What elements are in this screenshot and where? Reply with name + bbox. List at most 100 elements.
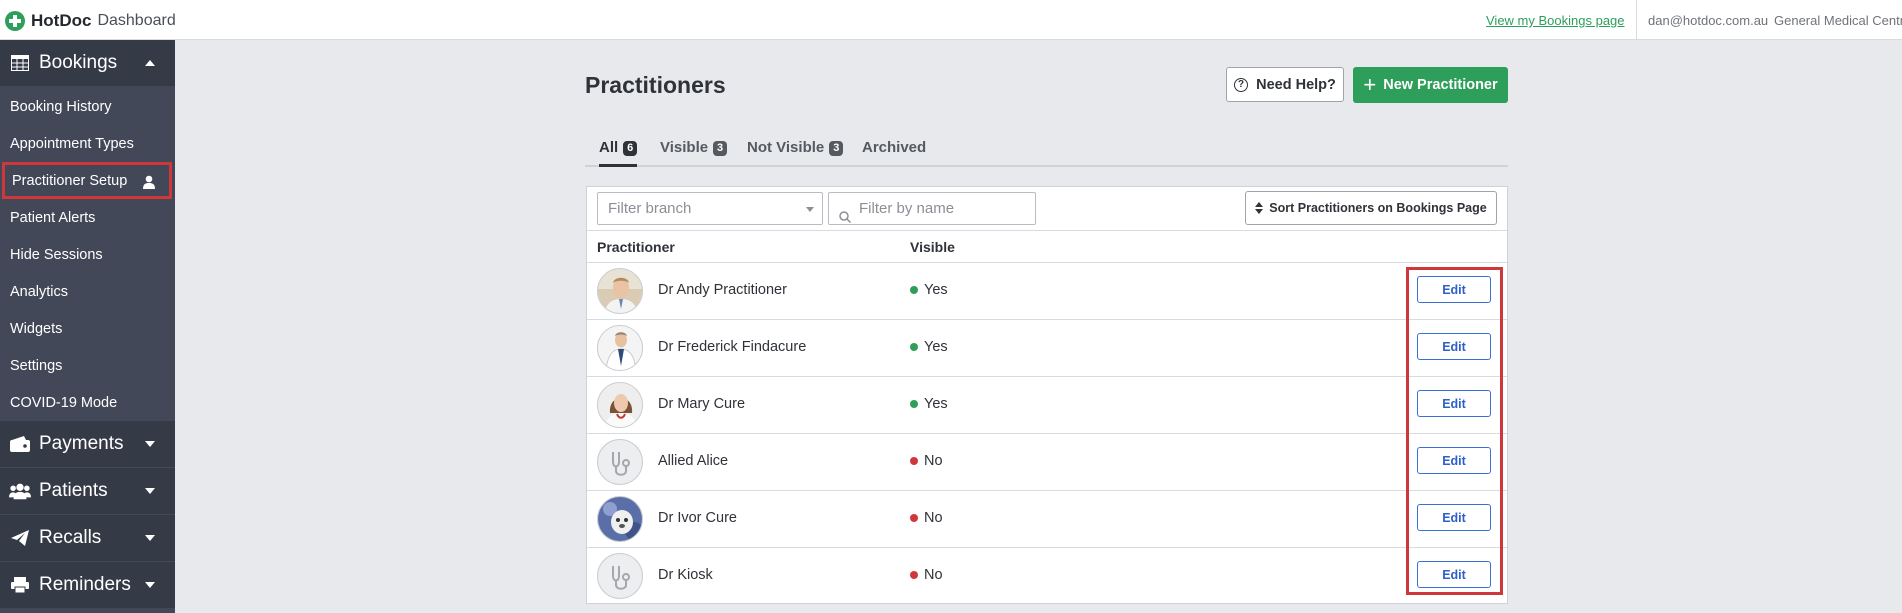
visible-status: No [910,567,943,583]
wallet-icon [9,434,31,454]
sort-practitioners-button[interactable]: Sort Practitioners on Bookings Page [1245,191,1497,225]
visible-status: Yes [910,396,948,412]
visible-status: No [910,510,943,526]
hotdoc-cross-icon [5,11,25,31]
table-header: Practitioner Visible [587,230,1507,263]
edit-button[interactable]: Edit [1417,390,1491,417]
tab-all[interactable]: All 6 [599,139,638,167]
practitioner-name: Allied Alice [658,453,729,469]
count-badge: 6 [623,141,638,156]
sidebar-section-patients[interactable]: Patients [0,468,175,514]
sidebar-item-settings[interactable]: Settings [0,347,175,384]
sidebar-section-reminders[interactable]: Reminders [0,562,175,608]
chevron-down-icon [145,582,155,588]
practitioner-name: Dr Andy Practitioner [658,282,787,298]
edit-button[interactable]: Edit [1417,447,1491,474]
tab-archived[interactable]: Archived [862,139,926,167]
filter-by-name-input[interactable]: Filter by name [828,192,1036,225]
new-practitioner-label: New Practitioner [1383,77,1498,93]
visible-status: No [910,453,943,469]
table-row: Dr Mary Cure Yes Edit [587,377,1507,434]
visible-value: Yes [924,339,948,355]
plus-icon: + [1363,72,1377,97]
user-email[interactable]: dan@hotdoc.com.au [1648,13,1768,28]
edit-button[interactable]: Edit [1417,504,1491,531]
stethoscope-icon [597,439,643,485]
need-help-label: Need Help? [1256,76,1336,93]
brand-subtitle: Dashboard [97,12,176,29]
practitioner-name: Dr Kiosk [658,567,713,583]
practitioner-avatar [597,382,643,428]
visible-value: Yes [924,396,948,412]
visible-value: No [924,567,943,583]
table-icon [9,53,31,73]
count-badge: 3 [829,141,844,156]
edit-button[interactable]: Edit [1417,276,1491,303]
visible-value: No [924,510,943,526]
users-icon [9,481,31,501]
practitioner-tabs: All 6 Visible 3 Not Visible 3 Archived [585,137,1508,167]
clinic-selector[interactable]: General Medical Centr [1774,13,1902,28]
chevron-down-icon [145,441,155,447]
sidebar: Bookings Booking History Appointment Typ… [0,40,175,613]
view-bookings-link[interactable]: View my Bookings page [1486,13,1625,28]
practitioner-name: Dr Mary Cure [658,396,746,412]
hotdoc-logo[interactable]: HotDoc Dashboard [5,11,176,31]
edit-button[interactable]: Edit [1417,561,1491,588]
edit-button[interactable]: Edit [1417,333,1491,360]
filter-branch-placeholder: Filter branch [608,200,692,217]
sidebar-section-label: Bookings [39,52,118,73]
visible-value: Yes [924,282,948,298]
sidebar-item-patient-alerts[interactable]: Patient Alerts [0,199,175,236]
sidebar-item-covid-19-mode[interactable]: COVID-19 Mode [0,384,175,421]
sidebar-section-bookings[interactable]: Bookings [0,40,175,86]
table-row: Dr Andy Practitioner Yes Edit [587,263,1507,320]
tab-label: Archived [862,139,927,156]
sidebar-section-payments[interactable]: Payments [0,421,175,467]
sidebar-section-label: Recalls [39,527,102,548]
sort-label: Sort Practitioners on Bookings Page [1269,201,1487,215]
visible-value: No [924,453,943,469]
practitioner-avatar [597,268,643,314]
practitioner-name: Dr Frederick Findacure [658,339,807,355]
practitioner-avatar [597,496,643,542]
status-dot [910,457,918,465]
sidebar-item-hide-sessions[interactable]: Hide Sessions [0,236,175,273]
tab-label: Not Visible [747,139,825,156]
sort-icon [1255,202,1264,214]
sidebar-item-analytics[interactable]: Analytics [0,273,175,310]
filter-branch-select[interactable]: Filter branch [597,192,823,225]
sidebar-section-recalls[interactable]: Recalls [0,515,175,561]
sidebar-item-appointment-types[interactable]: Appointment Types [0,125,175,162]
practitioners-panel: Filter branch Filter by name Sort Practi… [586,186,1508,604]
tab-label: All [599,139,619,156]
chevron-down-icon [145,488,155,494]
new-practitioner-button[interactable]: + New Practitioner [1353,67,1508,103]
chevron-up-icon [145,60,155,66]
tab-visible[interactable]: Visible 3 [660,139,728,167]
table-row: Allied Alice No Edit [587,434,1507,491]
count-badge: 3 [713,141,728,156]
sidebar-item-practitioner-setup[interactable]: Practitioner Setup [2,162,172,199]
sidebar-item-widgets[interactable]: Widgets [0,310,175,347]
printer-icon [9,575,31,595]
search-icon [839,203,852,224]
practitioner-name: Dr Ivor Cure [658,510,737,526]
need-help-button[interactable]: ? Need Help? [1226,67,1344,102]
sidebar-item-booking-history[interactable]: Booking History [0,88,175,125]
status-dot [910,286,918,294]
status-dot [910,400,918,408]
column-header-visible: Visible [910,239,955,255]
table-row: Dr Frederick Findacure Yes Edit [587,320,1507,377]
status-dot [910,571,918,579]
visible-status: Yes [910,339,948,355]
tab-label: Visible [660,139,709,156]
table-row: Dr Kiosk No Edit [587,548,1507,605]
brand-name: HotDoc [31,11,92,30]
stethoscope-icon [597,553,643,599]
status-dot [910,514,918,522]
user-icon [143,175,155,189]
tab-not-visible[interactable]: Not Visible 3 [747,139,844,167]
page-title: Practitioners [585,72,726,98]
sidebar-section-label: Patients [39,480,108,501]
